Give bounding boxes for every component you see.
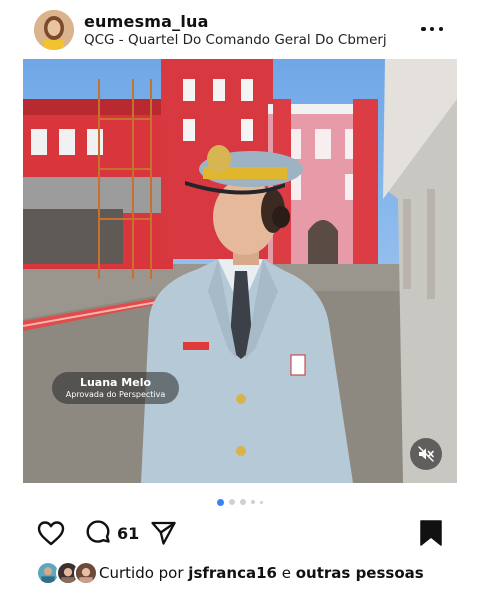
- name-tag: Luana Melo Aprovada do Perspectiva: [52, 372, 179, 404]
- carousel-dot[interactable]: [239, 499, 246, 505]
- username[interactable]: eumesma_lua: [84, 12, 209, 31]
- likes-prefix: Curtido por: [99, 564, 189, 582]
- post-action-bar: 61: [0, 515, 480, 551]
- liker-username[interactable]: jsfranca16: [188, 564, 277, 582]
- name-tag-name: Luana Melo: [79, 376, 152, 389]
- name-tag-subtitle: Aprovada do Perspectiva: [65, 390, 166, 399]
- comment-count[interactable]: 61: [117, 524, 139, 543]
- likes-text: Curtido por jsfranca16 e outras pessoas: [99, 564, 424, 582]
- mute-toggle-button[interactable]: [410, 438, 442, 470]
- bookmark-filled-icon: [420, 520, 442, 546]
- save-button[interactable]: [419, 519, 443, 547]
- likes-connector: e: [276, 564, 296, 582]
- speaker-muted-icon: [418, 446, 434, 462]
- carousel-dot[interactable]: [228, 499, 235, 505]
- carousel-indicator[interactable]: [0, 497, 480, 507]
- more-options-button[interactable]: [417, 18, 447, 40]
- location-link[interactable]: QCG - Quartel Do Comando Geral Do Cbmerj: [84, 32, 387, 48]
- comment-bubble-icon: [86, 520, 110, 543]
- send-paper-plane-icon: [151, 521, 176, 545]
- user-avatar[interactable]: [34, 10, 74, 50]
- comment-button[interactable]: [84, 519, 112, 547]
- liker-avatar[interactable]: [74, 561, 98, 585]
- more-horizontal-icon: [421, 26, 426, 32]
- heart-icon: [37, 521, 65, 546]
- carousel-dot[interactable]: [216, 498, 224, 506]
- post-photo[interactable]: Luana Melo Aprovada do Perspectiva: [23, 59, 457, 483]
- share-button[interactable]: [150, 520, 177, 546]
- others-link[interactable]: outras pessoas: [296, 564, 424, 582]
- likes-summary[interactable]: Curtido por jsfranca16 e outras pessoas: [0, 561, 480, 585]
- post-header: eumesma_lua QCG - Quartel Do Comando Ger…: [0, 0, 480, 58]
- carousel-dot[interactable]: [250, 499, 256, 505]
- photo-scene: [23, 59, 457, 483]
- like-button[interactable]: [36, 519, 66, 547]
- carousel-dot[interactable]: [260, 500, 264, 504]
